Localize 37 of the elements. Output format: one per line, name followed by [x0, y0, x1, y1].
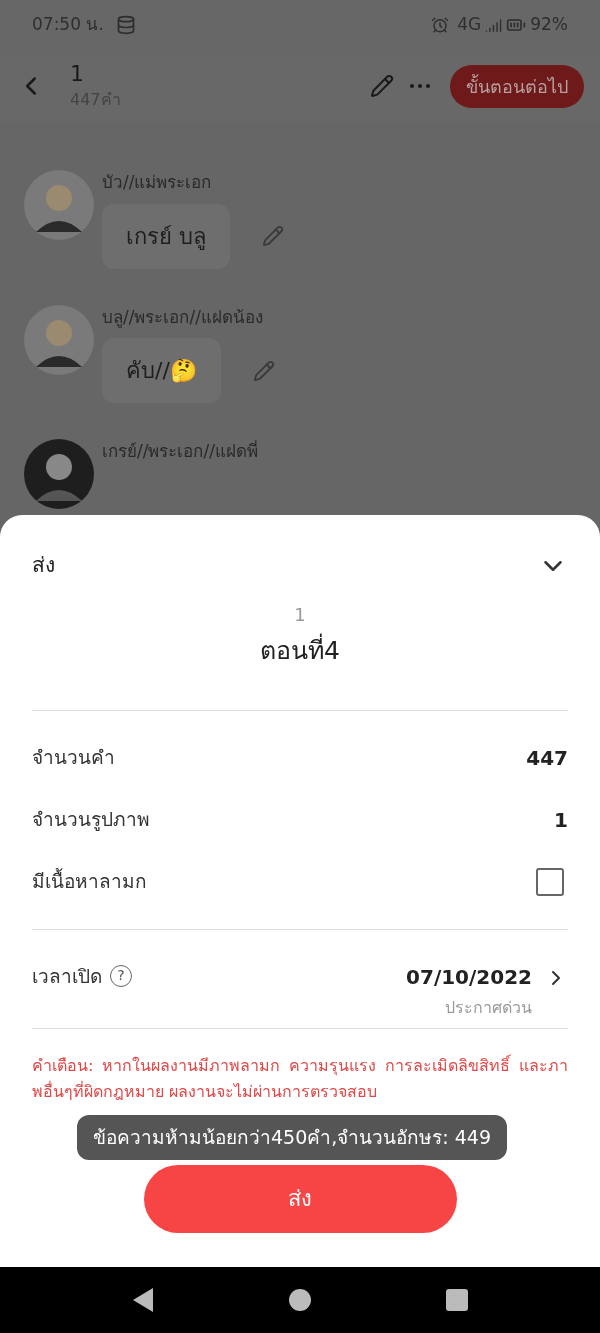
- edit-button[interactable]: [370, 74, 394, 98]
- sheet-title: ส่ง: [32, 552, 55, 580]
- schedule-label: เวลาเปิด: [32, 963, 102, 989]
- submit-button[interactable]: ส่ง: [143, 1164, 457, 1233]
- stat-label: จำนวนรูปภาพ: [32, 807, 150, 833]
- status-time: 07:50 น.: [32, 13, 104, 37]
- battery-level: 92%: [530, 13, 568, 37]
- word-limit-toast: ข้อความห้ามน้อยกว่า450คำ,จำนวนอักษร: 449: [77, 1115, 507, 1160]
- stat-label: จำนวนคำ: [32, 745, 115, 771]
- pencil-icon: [370, 74, 394, 98]
- character-name: บัว//แม่พระเอก: [102, 171, 213, 194]
- recents-nav-button[interactable]: [445, 1288, 470, 1312]
- storage-warning-icon: [115, 15, 136, 35]
- signal-icon: [485, 16, 503, 34]
- story-title: 1: [70, 60, 85, 88]
- avatar-icon: [24, 439, 94, 509]
- stat-value: 447: [526, 744, 568, 772]
- alarm-icon: [431, 16, 450, 34]
- book-name: 1: [294, 603, 306, 627]
- avatar-icon: [24, 170, 94, 240]
- avatar-icon: [24, 304, 94, 375]
- episode-title: ตอนที่4: [260, 632, 340, 670]
- checkbox[interactable]: [536, 867, 564, 896]
- warning-text: คำเตือน: หากในผลงานมีภาพลามก ความรุนแรง การละเมิดลิขสิทธิ์ และภาพอื่นๆที่ผิดกฎหมาย ผลงานจะไม่ผ่านการตรวจสอบ: [32, 1053, 568, 1103]
- network-type: 4G: [457, 13, 482, 37]
- more-button[interactable]: [410, 84, 430, 88]
- more-icon: [410, 84, 430, 88]
- character-name: เกรย์//พระเอก//แฝดพี่: [102, 439, 258, 463]
- stat-value: 1: [554, 806, 568, 834]
- schedule-note: ประกาศด่วน: [445, 996, 532, 1019]
- home-nav-button[interactable]: [288, 1288, 312, 1312]
- character-name: บลู//พระเอก//แฝดน้อง: [102, 305, 264, 330]
- message-bubble[interactable]: คับ//🤔: [102, 338, 221, 403]
- next-step-button[interactable]: ขั้นตอนต่อไป: [450, 64, 584, 108]
- stat-label: มีเนื้อหาลามก: [32, 867, 147, 895]
- schedule-date[interactable]: 07/10/2022: [406, 961, 532, 992]
- message-bubble[interactable]: เกรย์ บลู: [102, 203, 230, 269]
